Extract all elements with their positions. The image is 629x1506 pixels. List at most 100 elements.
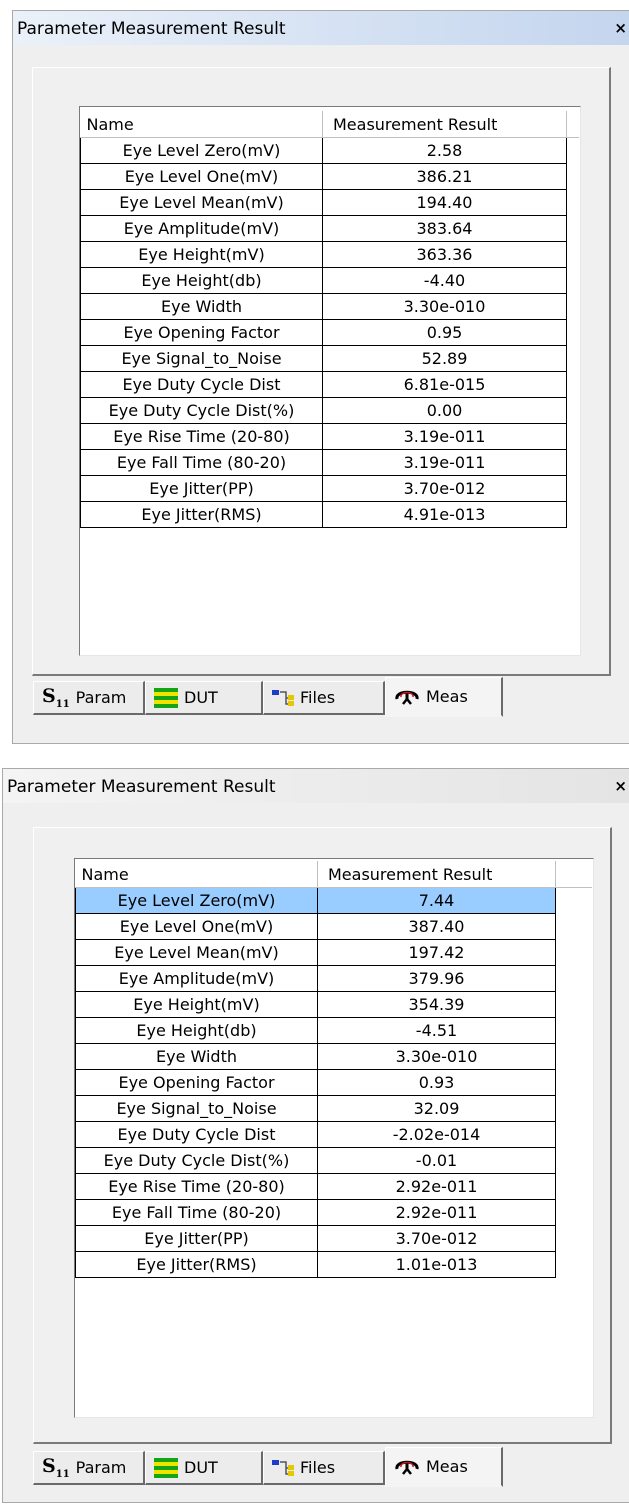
cell-name[interactable]: Eye Level Mean(mV) <box>80 189 323 216</box>
table-row[interactable]: Eye Amplitude(mV) 379.96 <box>75 965 592 992</box>
cell-measurement-result[interactable]: -4.40 <box>322 267 567 294</box>
cell-name[interactable]: Eye Duty Cycle Dist <box>80 371 323 398</box>
cell-measurement-result[interactable]: 4.91e-013 <box>322 501 567 528</box>
cell-name[interactable]: Eye Jitter(RMS) <box>80 501 323 528</box>
table-row[interactable]: Eye Rise Time (20-80) 2.92e-011 <box>75 1173 592 1200</box>
tab-files[interactable]: Files <box>263 1451 385 1485</box>
table-row[interactable]: Eye Fall Time (80-20) 2.92e-011 <box>75 1199 592 1226</box>
panel-titlebar[interactable]: Parameter Measurement Result × <box>13 11 629 45</box>
table-row[interactable]: Eye Jitter(RMS) 4.91e-013 <box>80 501 579 528</box>
cell-name[interactable]: Eye Fall Time (80-20) <box>75 1199 318 1226</box>
cell-measurement-result[interactable]: 387.40 <box>317 913 556 940</box>
cell-name[interactable]: Eye Signal_to_Noise <box>75 1095 318 1122</box>
tab-param[interactable]: S11 Param <box>33 1451 145 1485</box>
cell-measurement-result[interactable]: 3.30e-010 <box>317 1043 556 1070</box>
table-row[interactable]: Eye Duty Cycle Dist(%) 0.00 <box>80 397 579 424</box>
cell-measurement-result[interactable]: 2.92e-011 <box>317 1173 556 1200</box>
cell-measurement-result[interactable]: 3.70e-012 <box>317 1225 556 1252</box>
table-row[interactable]: Eye Level One(mV) 387.40 <box>75 913 592 940</box>
column-header-measurement-result[interactable]: Measurement Result <box>322 111 567 138</box>
cell-name[interactable]: Eye Jitter(PP) <box>80 475 323 502</box>
table-row[interactable]: Eye Signal_to_Noise 32.09 <box>75 1095 592 1122</box>
cell-measurement-result[interactable]: 383.64 <box>322 215 567 242</box>
column-header-measurement-result[interactable]: Measurement Result <box>317 861 556 888</box>
cell-name[interactable]: Eye Duty Cycle Dist(%) <box>75 1147 318 1174</box>
table-row[interactable]: Eye Opening Factor 0.95 <box>80 319 579 346</box>
table-row[interactable]: Eye Jitter(PP) 3.70e-012 <box>75 1225 592 1252</box>
cell-measurement-result[interactable]: 197.42 <box>317 939 556 966</box>
tab-param[interactable]: S11 Param <box>33 681 145 715</box>
close-icon[interactable]: × <box>614 19 627 37</box>
cell-measurement-result[interactable]: 363.36 <box>322 241 567 268</box>
cell-measurement-result[interactable]: 32.09 <box>317 1095 556 1122</box>
table-row[interactable]: Eye Duty Cycle Dist 6.81e-015 <box>80 371 579 398</box>
table-row[interactable]: Eye Duty Cycle Dist -2.02e-014 <box>75 1121 592 1148</box>
cell-name[interactable]: Eye Level Mean(mV) <box>75 939 318 966</box>
table-row[interactable]: Eye Signal_to_Noise 52.89 <box>80 345 579 372</box>
cell-name[interactable]: Eye Width <box>80 293 323 320</box>
cell-name[interactable]: Eye Level Zero(mV) <box>80 137 323 164</box>
cell-name[interactable]: Eye Height(db) <box>80 267 323 294</box>
cell-name[interactable]: Eye Width <box>75 1043 318 1070</box>
cell-name[interactable]: Eye Fall Time (80-20) <box>80 449 323 476</box>
cell-name[interactable]: Eye Signal_to_Noise <box>80 345 323 372</box>
cell-name[interactable]: Eye Rise Time (20-80) <box>80 423 323 450</box>
table-row[interactable]: Eye Jitter(PP) 3.70e-012 <box>80 475 579 502</box>
tab-dut[interactable]: DUT <box>145 1451 263 1485</box>
cell-name[interactable]: Eye Duty Cycle Dist <box>75 1121 318 1148</box>
cell-name[interactable]: Eye Opening Factor <box>80 319 323 346</box>
cell-measurement-result[interactable]: 52.89 <box>322 345 567 372</box>
cell-measurement-result[interactable]: 3.70e-012 <box>322 475 567 502</box>
table-row[interactable]: Eye Height(mV) 363.36 <box>80 241 579 268</box>
cell-name[interactable]: Eye Level Zero(mV) <box>75 887 318 914</box>
cell-measurement-result[interactable]: 194.40 <box>322 189 567 216</box>
cell-measurement-result[interactable]: 2.58 <box>322 137 567 164</box>
cell-name[interactable]: Eye Jitter(RMS) <box>75 1251 318 1278</box>
table-row[interactable]: Eye Rise Time (20-80) 3.19e-011 <box>80 423 579 450</box>
cell-name[interactable]: Eye Amplitude(mV) <box>75 965 318 992</box>
tab-dut[interactable]: DUT <box>145 681 263 715</box>
table-row[interactable]: Eye Height(mV) 354.39 <box>75 991 592 1018</box>
cell-name[interactable]: Eye Rise Time (20-80) <box>75 1173 318 1200</box>
close-icon[interactable]: × <box>614 777 627 795</box>
cell-measurement-result[interactable]: -4.51 <box>317 1017 556 1044</box>
cell-measurement-result[interactable]: 354.39 <box>317 991 556 1018</box>
table-row[interactable]: Eye Fall Time (80-20) 3.19e-011 <box>80 449 579 476</box>
table-row[interactable]: Eye Jitter(RMS) 1.01e-013 <box>75 1251 592 1278</box>
table-row[interactable]: Eye Height(db) -4.51 <box>75 1017 592 1044</box>
table-row[interactable]: Eye Height(db) -4.40 <box>80 267 579 294</box>
cell-measurement-result[interactable]: 0.00 <box>322 397 567 424</box>
cell-measurement-result[interactable]: 0.95 <box>322 319 567 346</box>
table-row[interactable]: Eye Level One(mV) 386.21 <box>80 163 579 190</box>
table-row[interactable]: Eye Duty Cycle Dist(%) -0.01 <box>75 1147 592 1174</box>
cell-measurement-result[interactable]: 3.30e-010 <box>322 293 567 320</box>
tab-files[interactable]: Files <box>263 681 385 715</box>
cell-name[interactable]: Eye Height(mV) <box>80 241 323 268</box>
cell-measurement-result[interactable]: 2.92e-011 <box>317 1199 556 1226</box>
column-header-name[interactable]: Name <box>75 861 318 888</box>
cell-name[interactable]: Eye Amplitude(mV) <box>80 215 323 242</box>
table-row[interactable]: Eye Width 3.30e-010 <box>80 293 579 320</box>
table-row[interactable]: Eye Opening Factor 0.93 <box>75 1069 592 1096</box>
cell-measurement-result[interactable]: 0.93 <box>317 1069 556 1096</box>
table-row[interactable]: Eye Amplitude(mV) 383.64 <box>80 215 579 242</box>
column-header-name[interactable]: Name <box>80 111 323 138</box>
cell-measurement-result[interactable]: 6.81e-015 <box>322 371 567 398</box>
table-row[interactable]: Eye Level Zero(mV) 2.58 <box>80 137 579 164</box>
cell-name[interactable]: Eye Jitter(PP) <box>75 1225 318 1252</box>
cell-measurement-result[interactable]: 379.96 <box>317 965 556 992</box>
tab-meas[interactable]: Meas <box>385 677 503 717</box>
table-row[interactable]: Eye Level Mean(mV) 194.40 <box>80 189 579 216</box>
cell-name[interactable]: Eye Level One(mV) <box>75 913 318 940</box>
cell-measurement-result[interactable]: 386.21 <box>322 163 567 190</box>
cell-name[interactable]: Eye Opening Factor <box>75 1069 318 1096</box>
cell-name[interactable]: Eye Height(db) <box>75 1017 318 1044</box>
cell-measurement-result[interactable]: 3.19e-011 <box>322 423 567 450</box>
table-row[interactable]: Eye Width 3.30e-010 <box>75 1043 592 1070</box>
cell-name[interactable]: Eye Duty Cycle Dist(%) <box>80 397 323 424</box>
cell-name[interactable]: Eye Height(mV) <box>75 991 318 1018</box>
panel-titlebar[interactable]: Parameter Measurement Result × <box>3 769 629 803</box>
cell-measurement-result[interactable]: 7.44 <box>317 887 556 914</box>
tab-meas[interactable]: Meas <box>385 1447 503 1487</box>
table-row[interactable]: Eye Level Mean(mV) 197.42 <box>75 939 592 966</box>
